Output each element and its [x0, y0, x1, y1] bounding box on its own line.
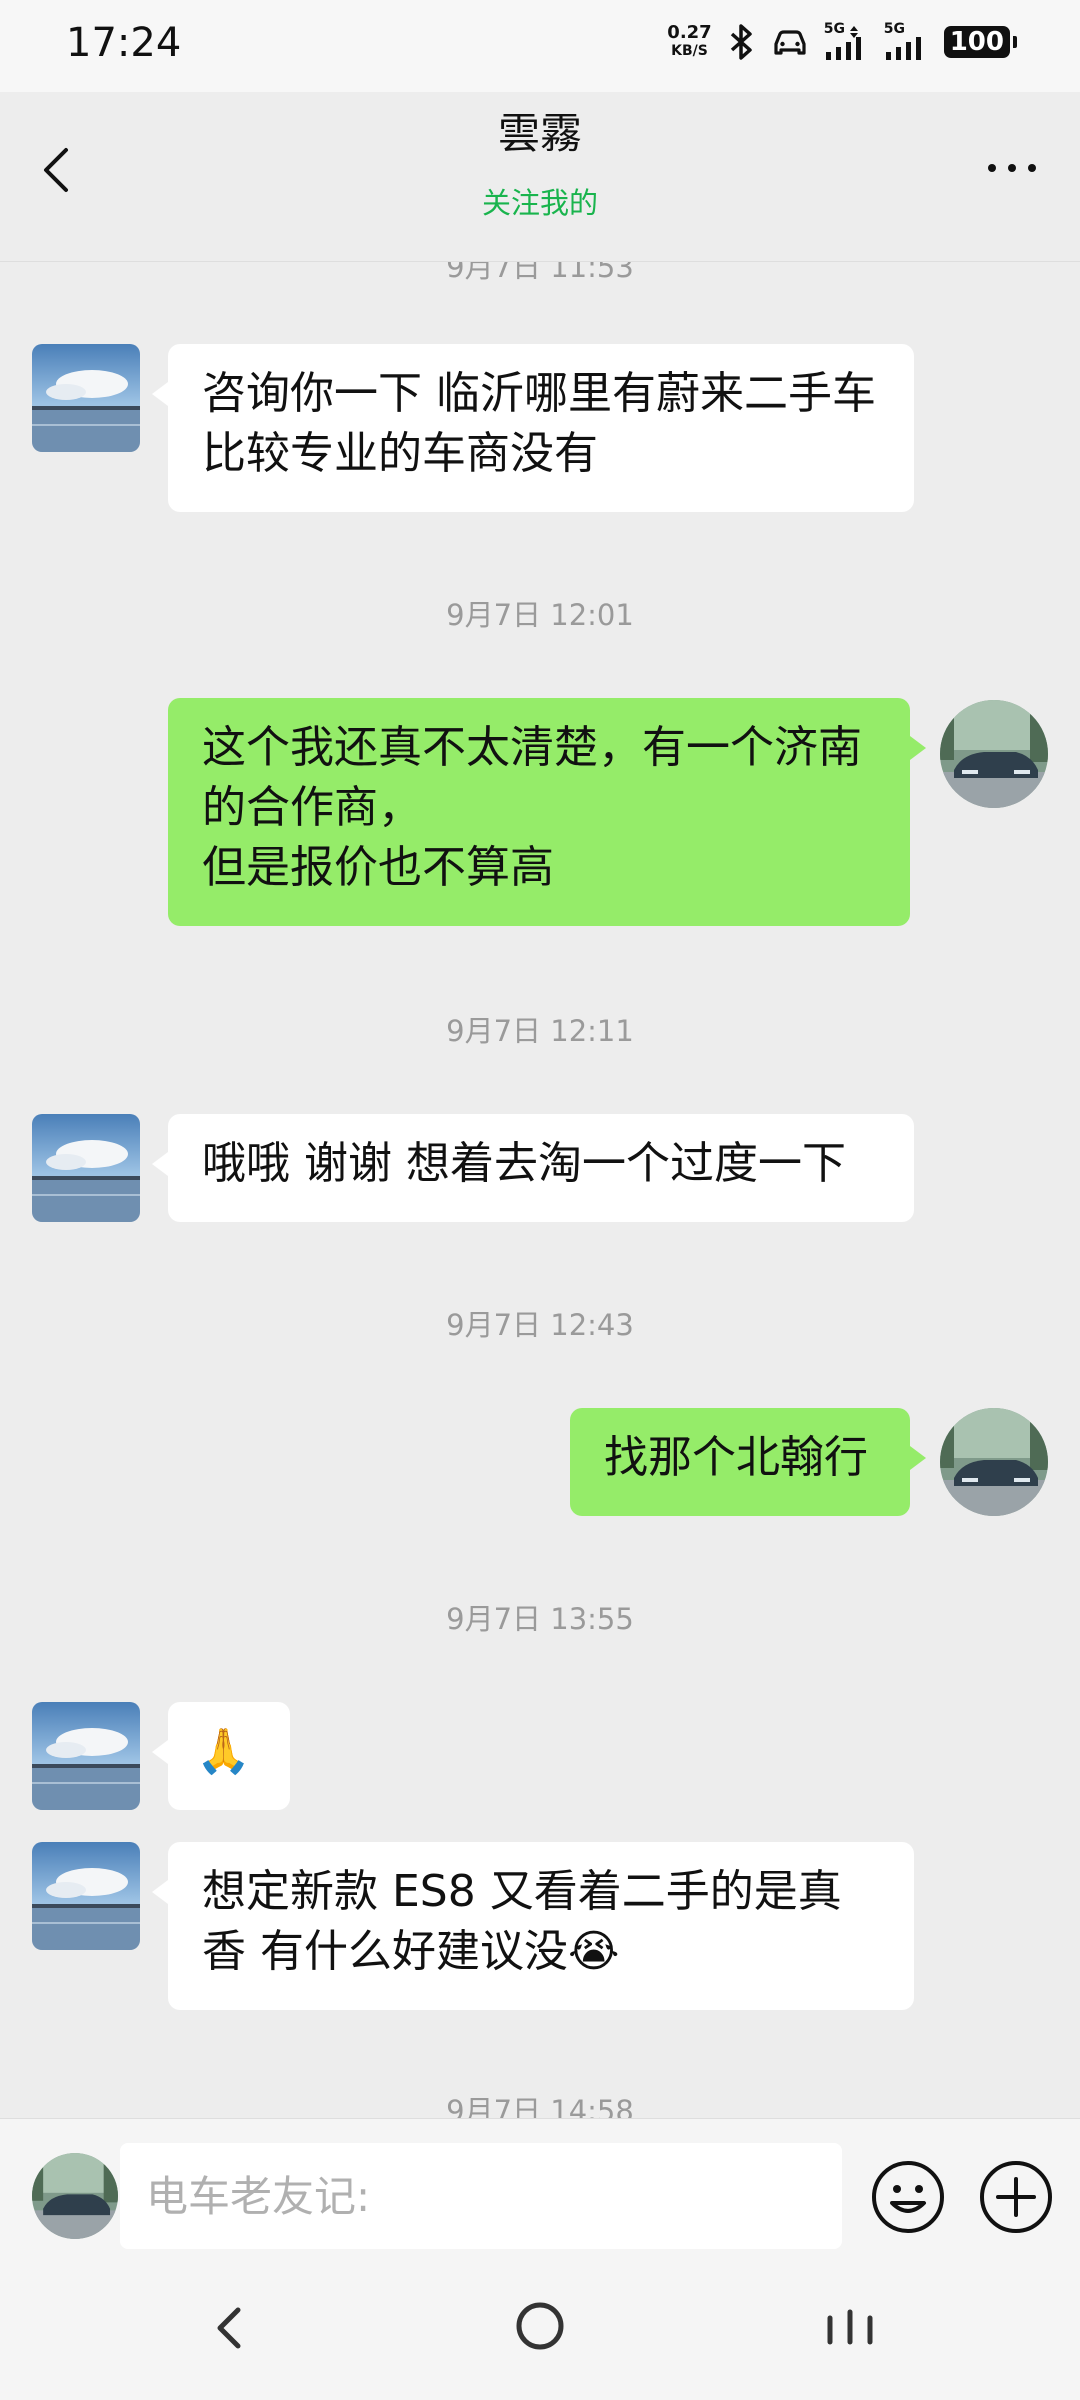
emoji-pray-message: 🙏: [196, 1726, 251, 1777]
contact-avatar[interactable]: [32, 344, 140, 452]
outgoing-message[interactable]: 找那个北翰行: [570, 1408, 926, 1516]
incoming-message[interactable]: 咨询你一下 临沂哪里有蔚来二手车 比较专业的车商没有: [152, 344, 914, 512]
signal-icon: [885, 37, 921, 60]
contact-avatar[interactable]: [32, 1842, 140, 1950]
incoming-message[interactable]: 想定新款 ES8 又看着二手的是真 香 有什么好建议没😭: [152, 1842, 914, 2010]
battery-icon: 100: [943, 26, 1018, 58]
message-text: 找那个北翰行: [604, 1432, 868, 1483]
message-text: 这个我还真不太清楚，有一个济南 的合作商， 但是报价也不算高: [202, 722, 862, 893]
message-text: 哦哦 谢谢 想着去淘一个过度一下: [202, 1138, 846, 1189]
contact-avatar[interactable]: [32, 1702, 140, 1810]
incoming-message[interactable]: 哦哦 谢谢 想着去淘一个过度一下: [152, 1114, 914, 1222]
more-icon[interactable]: [982, 148, 1042, 188]
net-speed: 0.27 KB/S: [667, 24, 711, 60]
car-avatar-image: [32, 2153, 118, 2239]
system-nav-bar: [0, 2258, 1080, 2400]
nav-home-icon[interactable]: [510, 2296, 570, 2356]
incoming-message[interactable]: 🙏: [152, 1702, 290, 1810]
signal-icon: [825, 26, 861, 60]
timestamp: 9月7日 14:58: [446, 2094, 634, 2118]
contact-avatar[interactable]: [32, 1114, 140, 1222]
chat-subtitle[interactable]: 关注我的: [0, 180, 1080, 222]
net-speed-unit: KB/S: [671, 43, 708, 59]
my-avatar[interactable]: [940, 1408, 1048, 1516]
landscape-avatar-image: [32, 344, 140, 452]
net-speed-value: 0.27: [667, 22, 712, 43]
car-icon: [774, 30, 806, 55]
status-bar: 17:24 0.27 KB/S 5G 5G 100: [0, 0, 1080, 92]
input-avatar[interactable]: [32, 2153, 118, 2239]
status-time: 17:24: [66, 20, 182, 66]
car-avatar-image: [940, 700, 1048, 808]
timestamp: 9月7日 12:11: [446, 1014, 634, 1048]
message-text: 咨询你一下 临沂哪里有蔚来二手车 比较专业的车商没有: [202, 368, 876, 479]
signal-5g-1: 5G: [824, 22, 870, 62]
timestamp: 9月7日 12:01: [446, 598, 634, 632]
landscape-avatar-image: [32, 1702, 140, 1810]
landscape-avatar-image: [32, 1842, 140, 1950]
message-input[interactable]: [120, 2143, 842, 2249]
chat-title: 雲霧: [497, 109, 582, 158]
timestamp: 9月7日 13:55: [446, 1602, 634, 1636]
nav-back-icon[interactable]: [200, 2298, 260, 2358]
emoji-icon[interactable]: [870, 2159, 946, 2235]
car-avatar-image: [940, 1408, 1048, 1516]
plus-icon[interactable]: [978, 2159, 1054, 2235]
landscape-avatar-image: [32, 1114, 140, 1222]
chat-header: 雲霧 关注我的: [0, 92, 1080, 262]
timestamp: 9月7日 11:53: [446, 262, 634, 284]
input-bar: [0, 2118, 1080, 2258]
outgoing-message[interactable]: 这个我还真不太清楚，有一个济南 的合作商， 但是报价也不算高: [168, 698, 926, 926]
nav-recents-icon[interactable]: [818, 2298, 882, 2358]
timestamp: 9月7日 12:43: [446, 1308, 634, 1342]
bluetooth-icon: [730, 24, 752, 60]
my-avatar[interactable]: [940, 700, 1048, 808]
message-text: 想定新款 ES8 又看着二手的是真 香 有什么好建议没😭: [202, 1866, 842, 1977]
status-icons: 0.27 KB/S 5G 5G 100: [667, 22, 1018, 62]
chat-area[interactable]: 9月7日 11:53 咨询你一下 临沂哪里有蔚来二手车 比较专业的车商没有 9月…: [0, 262, 1080, 2118]
signal-5g-2: 5G: [884, 22, 930, 62]
